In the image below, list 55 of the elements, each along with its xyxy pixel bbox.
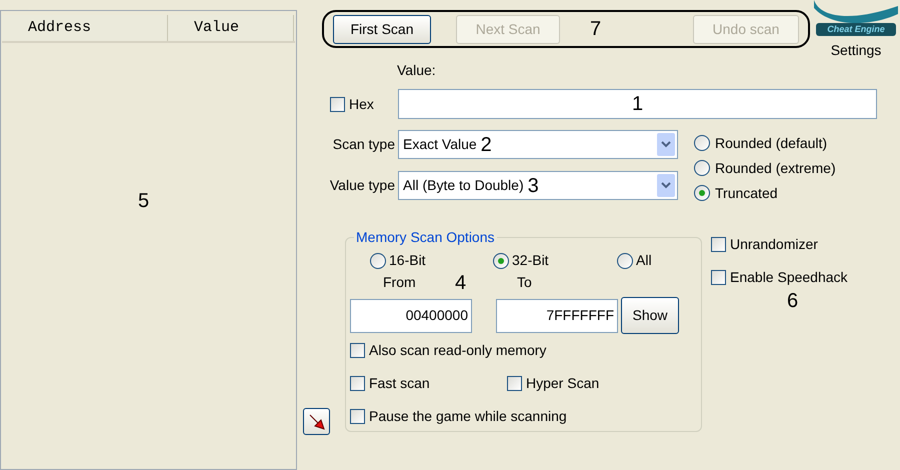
address-list[interactable]: Address Value 5 xyxy=(0,10,297,470)
annotation-number: 3 xyxy=(528,176,539,196)
to-address-input[interactable]: 7FFFFFFF xyxy=(496,298,618,332)
dropdown[interactable]: All (Byte to Double) 3 xyxy=(398,171,678,200)
radio-label: All xyxy=(636,251,652,270)
field-label: Value type xyxy=(328,176,396,195)
radio-label: 16-Bit xyxy=(389,251,426,270)
radio-button[interactable] xyxy=(694,160,710,176)
dropdown[interactable]: Exact Value 2 xyxy=(398,130,678,159)
checkbox-label: Also scan read-only memory xyxy=(369,341,546,360)
annotation-number: 6 xyxy=(787,291,798,311)
radio-button[interactable] xyxy=(694,135,710,151)
radio-label: Truncated xyxy=(715,186,778,200)
range-label: From xyxy=(383,273,417,292)
checkbox[interactable] xyxy=(350,409,365,424)
checkbox[interactable] xyxy=(711,270,726,285)
column-header[interactable]: Address xyxy=(2,15,168,41)
scan-button[interactable]: First Scan xyxy=(333,14,431,44)
value-input[interactable]: 1 xyxy=(398,89,877,119)
group-title: Memory Scan Options xyxy=(355,228,496,247)
checkbox-label: Hex xyxy=(349,94,374,114)
radio-label: 32-Bit xyxy=(512,251,549,270)
arrow-icon xyxy=(308,412,326,430)
from-address-input[interactable]: 00400000 xyxy=(350,298,472,332)
value-label: Value: xyxy=(397,61,436,80)
annotation-number: 7 xyxy=(590,19,602,39)
annotation-number: 5 xyxy=(138,191,150,211)
annotation-number: 1 xyxy=(632,94,644,114)
radio-button[interactable] xyxy=(617,252,633,268)
checkbox-label: Unrandomizer xyxy=(730,235,818,254)
checkbox-label: Hyper Scan xyxy=(526,374,600,393)
checkbox[interactable] xyxy=(711,237,726,252)
field-label: Scan type xyxy=(332,135,396,154)
annotation-number: 2 xyxy=(480,134,492,154)
column-header[interactable]: Value xyxy=(168,15,294,41)
show-button[interactable]: Show xyxy=(621,297,679,334)
checkbox[interactable] xyxy=(507,376,522,391)
dropdown-value: Exact Value xyxy=(403,135,477,154)
checkbox[interactable] xyxy=(350,376,365,391)
range-label: To xyxy=(517,273,532,292)
radio-label: Rounded (default) xyxy=(715,136,828,150)
pointer-arrow-button[interactable] xyxy=(303,408,330,435)
checkbox[interactable] xyxy=(330,96,345,112)
checkbox-label: Enable Speedhack xyxy=(730,268,848,287)
annotation-number: 4 xyxy=(455,272,468,292)
settings-label[interactable]: Settings xyxy=(830,40,882,61)
radio-button[interactable] xyxy=(694,185,710,201)
radio-button[interactable] xyxy=(370,252,386,268)
checkbox-label: Fast scan xyxy=(369,374,430,393)
logo-text: Cheat Engine xyxy=(826,23,886,36)
radio-button[interactable] xyxy=(493,252,509,268)
radio-label: Rounded (extreme) xyxy=(715,161,836,175)
dropdown-value: All (Byte to Double) xyxy=(403,176,524,195)
checkbox-label: Pause the game while scanning xyxy=(369,407,567,426)
checkbox[interactable] xyxy=(350,343,365,358)
